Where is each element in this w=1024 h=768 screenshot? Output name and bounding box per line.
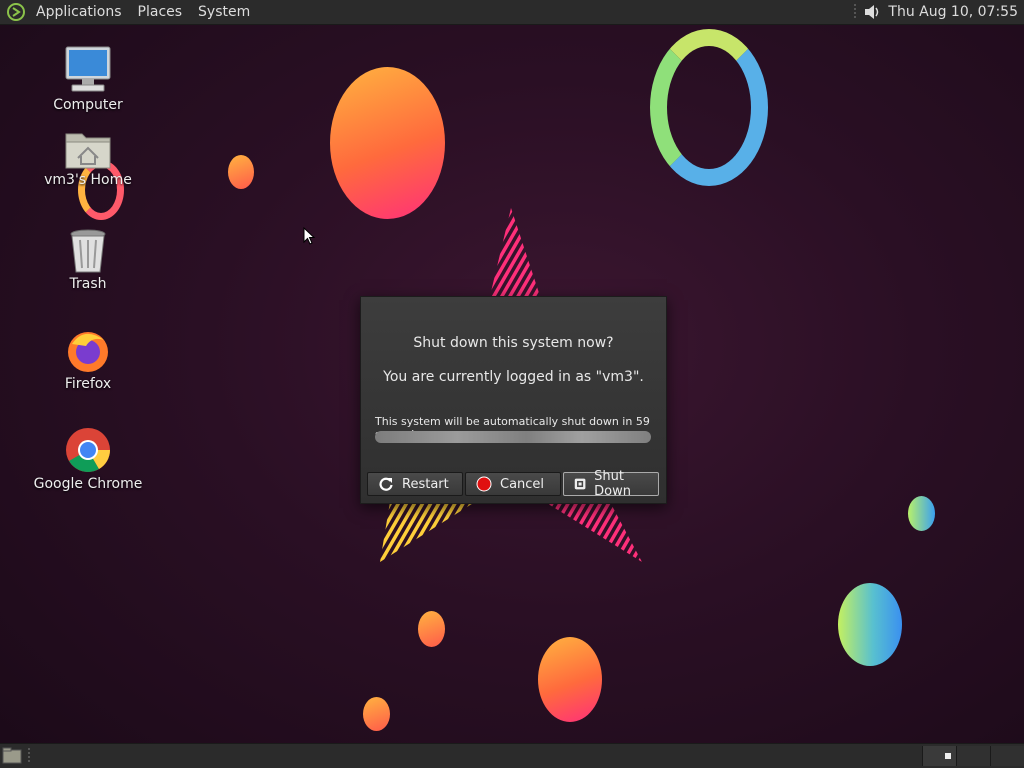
- show-desktop-icon[interactable]: [2, 747, 22, 765]
- desktop-icon-label: Computer: [53, 97, 123, 113]
- restart-button[interactable]: Restart: [367, 472, 463, 496]
- shutdown-button-label: Shut Down: [594, 469, 632, 499]
- cancel-button-label: Cancel: [500, 476, 545, 492]
- desktop-icon-label: Trash: [69, 276, 107, 292]
- countdown-progress-bar: [375, 431, 651, 443]
- desktop-icon-chrome[interactable]: Google Chrome: [33, 426, 143, 492]
- workspace-3[interactable]: [990, 746, 1024, 766]
- dialog-question: Shut down this system now?: [413, 335, 614, 351]
- restart-button-label: Restart: [402, 476, 449, 492]
- shutdown-icon: [574, 478, 586, 490]
- panel-separator: [28, 748, 30, 764]
- menu-places[interactable]: Places: [130, 4, 191, 20]
- panel-separator: [854, 4, 857, 20]
- trash-icon: [70, 229, 106, 273]
- workspace-window-marker: [945, 753, 951, 759]
- desktop-icon-firefox[interactable]: Firefox: [33, 326, 143, 392]
- mouse-pointer-icon: [303, 227, 316, 245]
- desktop-icon-label: Firefox: [64, 376, 112, 392]
- desktop-icon-computer[interactable]: Computer: [33, 45, 143, 113]
- computer-icon: [65, 46, 111, 92]
- clock[interactable]: Thu Aug 10, 07:55: [888, 4, 1018, 20]
- bottom-panel: [0, 743, 1024, 768]
- desktop-icon-label: Google Chrome: [33, 476, 143, 492]
- desktop-icon-label: vm3's Home: [44, 172, 132, 188]
- workspace-1[interactable]: [922, 746, 957, 766]
- countdown-progress-fill: [375, 431, 651, 443]
- menu-system[interactable]: System: [190, 4, 258, 20]
- menu-applications[interactable]: Applications: [28, 4, 130, 20]
- dialog-logged-in-text: You are currently logged in as "vm3".: [383, 369, 644, 385]
- chrome-icon: [66, 428, 110, 472]
- shutdown-dialog: Shut down this system now? You are curre…: [360, 296, 667, 504]
- restart-icon: [379, 477, 393, 491]
- firefox-icon: [68, 332, 108, 372]
- cancel-button[interactable]: Cancel: [465, 472, 561, 496]
- mate-logo-icon[interactable]: [6, 2, 26, 22]
- cancel-icon: [476, 476, 492, 492]
- shutdown-button[interactable]: Shut Down: [563, 469, 659, 499]
- desktop-icon-trash[interactable]: Trash: [33, 228, 143, 292]
- top-panel: Applications Places System Thu Aug 10, 0…: [0, 0, 1024, 25]
- volume-icon[interactable]: [862, 2, 882, 22]
- home-folder-icon: [65, 133, 111, 169]
- panel-tray: Thu Aug 10, 07:55: [854, 2, 1024, 22]
- workspace-2[interactable]: [956, 746, 991, 766]
- desktop-icon-home[interactable]: vm3's Home: [33, 128, 143, 188]
